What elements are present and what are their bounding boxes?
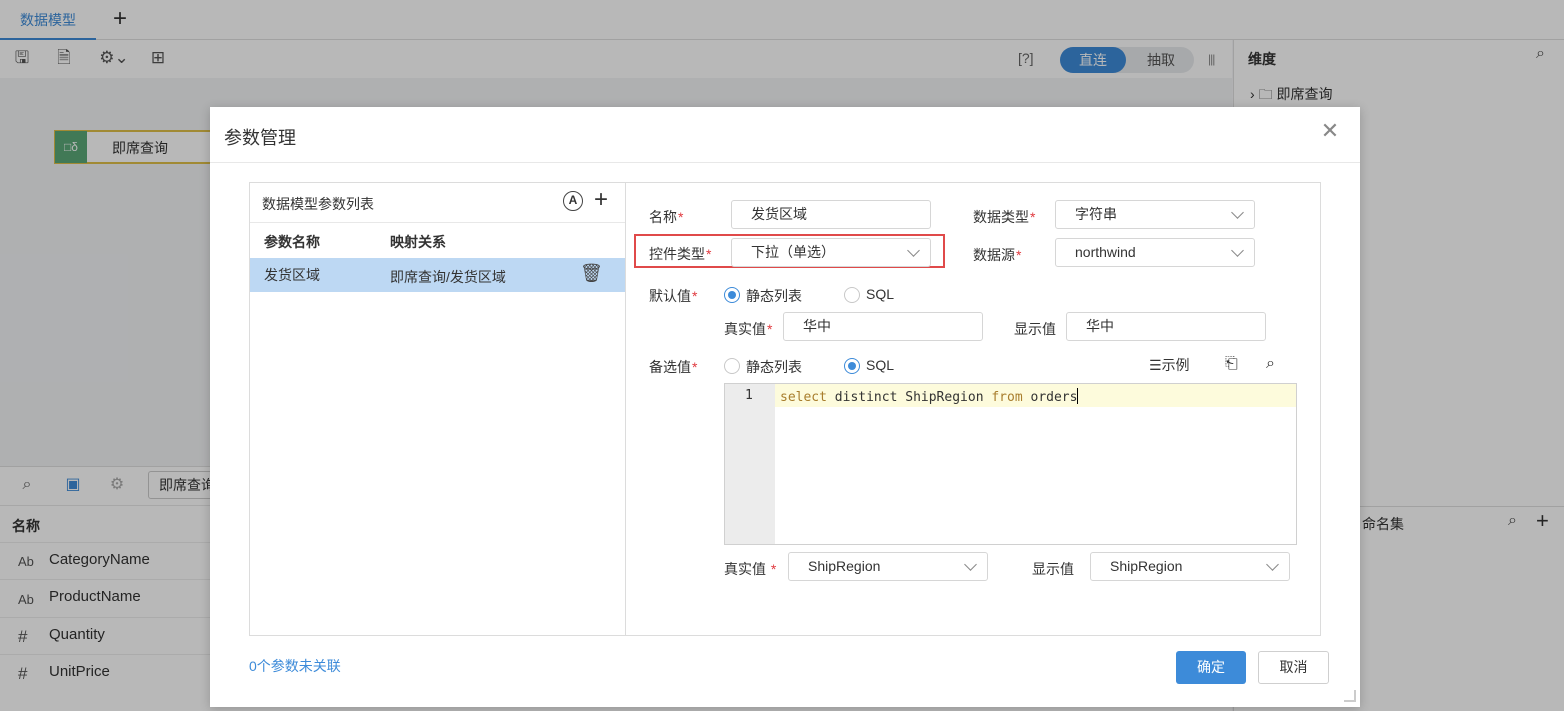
param-list-title: 数据模型参数列表: [262, 196, 374, 212]
line-number: 1: [745, 388, 753, 403]
datatype-label: 数据类型*: [973, 209, 1036, 225]
real-value-label: 真实值*: [724, 321, 773, 337]
options-sql-radio[interactable]: [844, 358, 860, 374]
sql-token: distinct: [834, 390, 898, 405]
control-type-select[interactable]: 下拉（单选）: [731, 238, 931, 267]
unlinked-params-link[interactable]: 0个参数未关联: [249, 656, 341, 676]
default-sql-label: SQL: [866, 286, 895, 302]
divider: [250, 222, 625, 223]
default-sql-radio[interactable]: [844, 287, 860, 303]
sql-token: ShipRegion: [905, 390, 984, 405]
text-cursor: [1077, 388, 1079, 404]
options-static-label: 静态列表: [746, 359, 802, 375]
param-row-mapping: 即席查询/发货区域: [390, 269, 506, 285]
cancel-button[interactable]: 取消: [1258, 651, 1329, 684]
bottom-real-label: 真实值 *: [724, 561, 777, 577]
sql-keyword: from: [991, 390, 1023, 405]
default-static-radio[interactable]: [724, 287, 740, 303]
real-field-select[interactable]: ShipRegion: [788, 552, 988, 581]
auto-detect-icon[interactable]: A: [563, 191, 583, 211]
options-static-radio[interactable]: [724, 358, 740, 374]
confirm-button[interactable]: 确定: [1176, 651, 1246, 684]
example-button[interactable]: ☰示例: [1149, 355, 1190, 375]
real-value-input[interactable]: 华中: [783, 312, 983, 341]
datatype-select[interactable]: 字符串: [1055, 200, 1255, 229]
chevron-down-icon: [907, 244, 920, 257]
sql-token: orders: [1030, 390, 1078, 405]
bottom-display-label: 显示值: [1032, 561, 1074, 577]
options-label: 备选值*: [649, 359, 698, 375]
display-value-input[interactable]: 华中: [1066, 312, 1266, 341]
sql-editor[interactable]: [724, 383, 1297, 545]
divider: [625, 183, 626, 635]
default-label: 默认值*: [649, 288, 698, 304]
preview-icon[interactable]: ⌕: [1266, 355, 1275, 373]
datasource-label: 数据源*: [973, 247, 1022, 263]
control-type-label: 控件类型*: [649, 246, 712, 262]
chevron-down-icon: [1266, 558, 1279, 571]
dialog-title: 参数管理: [224, 128, 296, 148]
resize-handle[interactable]: [1344, 690, 1356, 702]
chevron-down-icon: [1231, 206, 1244, 219]
chevron-down-icon: [964, 558, 977, 571]
sql-code[interactable]: select distinct ShipRegion from orders: [780, 388, 1079, 405]
chevron-down-icon: [1231, 244, 1244, 257]
default-static-label: 静态列表: [746, 288, 802, 304]
options-sql-label: SQL: [866, 357, 895, 373]
param-row-name: 发货区域: [264, 267, 320, 283]
name-label: 名称*: [649, 209, 684, 225]
display-field-select[interactable]: ShipRegion: [1090, 552, 1290, 581]
divider: [210, 162, 1360, 163]
column-header-param-name: 参数名称: [264, 234, 320, 250]
sql-keyword: select: [780, 390, 827, 405]
editor-gutter: [725, 384, 775, 544]
close-icon[interactable]: ✕: [1318, 118, 1342, 144]
document-icon: ☰: [1149, 357, 1162, 373]
datasource-select[interactable]: northwind: [1055, 238, 1255, 267]
clipboard-icon[interactable]: ⎗: [1225, 355, 1238, 373]
trash-icon[interactable]: 🗑: [580, 263, 603, 284]
add-param-button[interactable]: +: [594, 186, 608, 214]
sql-code-text: select distinct ShipRegion from orders: [780, 390, 1077, 405]
name-input[interactable]: 发货区域: [731, 200, 931, 229]
display-value-label: 显示值: [1014, 321, 1056, 337]
column-header-mapping: 映射关系: [390, 234, 446, 250]
